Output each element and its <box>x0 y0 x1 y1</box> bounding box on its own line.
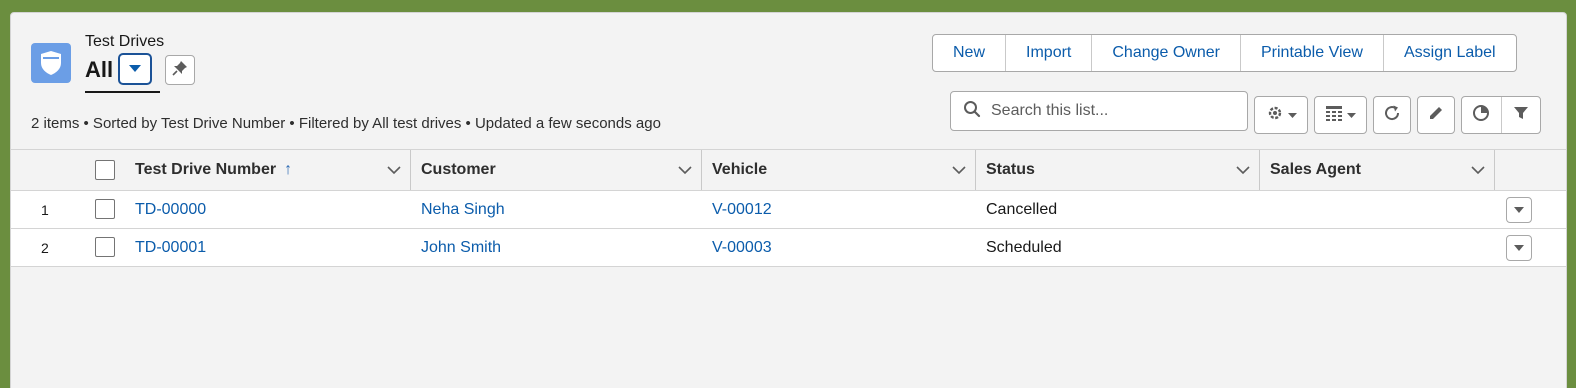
list-actions-button-group: New Import Change Owner Printable View A… <box>932 34 1517 72</box>
customer-link[interactable]: John Smith <box>421 229 501 266</box>
filter-icon <box>1513 105 1529 126</box>
list-view-name[interactable]: All <box>85 57 113 83</box>
test-drive-number-link[interactable]: TD-00000 <box>135 191 206 228</box>
chart-filter-button-group <box>1461 96 1541 134</box>
chevron-down-icon <box>1347 106 1356 124</box>
change-owner-button[interactable]: Change Owner <box>1092 35 1241 71</box>
list-view-panel: Test Drives All New Import Change Owner … <box>10 12 1567 388</box>
list-view-controls-button[interactable] <box>1254 96 1308 134</box>
list-view-summary: 2 items • Sorted by Test Drive Number • … <box>31 115 661 132</box>
test-drive-number-link[interactable]: TD-00001 <box>135 229 206 266</box>
chevron-down-icon[interactable] <box>1236 162 1250 180</box>
column-header-sales-agent[interactable]: Sales Agent <box>1260 150 1495 190</box>
status-cell: Cancelled <box>986 200 1058 218</box>
row-actions-button[interactable] <box>1506 197 1532 223</box>
table-row: 1 TD-00000 Neha Singh V-00012 Cancelled <box>11 191 1566 229</box>
row-number: 1 <box>41 201 49 218</box>
test-drive-badge-icon <box>31 43 71 83</box>
column-header-vehicle[interactable]: Vehicle <box>702 150 976 190</box>
chevron-down-icon <box>1514 239 1524 257</box>
table-row: 2 TD-00001 John Smith V-00003 Scheduled <box>11 229 1566 267</box>
display-as-button[interactable] <box>1314 96 1367 134</box>
chevron-down-icon <box>1287 106 1297 124</box>
customer-link[interactable]: Neha Singh <box>421 191 505 228</box>
column-header-customer[interactable]: Customer <box>411 150 702 190</box>
chevron-down-icon[interactable] <box>952 162 966 180</box>
chevron-down-icon[interactable] <box>678 162 692 180</box>
search-input[interactable] <box>991 102 1231 120</box>
refresh-icon <box>1383 104 1401 127</box>
show-charts-button[interactable] <box>1462 97 1502 133</box>
import-button[interactable]: Import <box>1006 35 1093 71</box>
printable-view-button[interactable]: Printable View <box>1241 35 1384 71</box>
row-actions-button[interactable] <box>1506 235 1532 261</box>
status-cell: Scheduled <box>986 238 1062 256</box>
row-checkbox[interactable] <box>95 237 115 257</box>
row-checkbox[interactable] <box>95 199 115 219</box>
inline-edit-button[interactable] <box>1417 96 1455 134</box>
column-header-status[interactable]: Status <box>976 150 1260 190</box>
sort-ascending-icon: ↑ <box>284 161 293 178</box>
table-icon <box>1325 105 1343 126</box>
list-view-switcher-button[interactable] <box>118 53 152 85</box>
column-header-test-drive-number[interactable]: Test Drive Number ↑ <box>125 150 411 190</box>
pencil-icon <box>1428 105 1444 126</box>
chevron-down-icon[interactable] <box>387 162 401 180</box>
vehicle-link[interactable]: V-00003 <box>712 229 772 266</box>
chevron-down-icon[interactable] <box>1471 162 1485 180</box>
caret-down-icon <box>129 60 141 78</box>
column-divider <box>1494 150 1495 190</box>
vehicle-link[interactable]: V-00012 <box>712 191 772 228</box>
show-filters-button[interactable] <box>1502 97 1541 133</box>
pin-icon <box>172 60 188 81</box>
pie-chart-icon <box>1472 104 1490 127</box>
refresh-button[interactable] <box>1373 96 1411 134</box>
assign-label-button[interactable]: Assign Label <box>1384 35 1516 71</box>
list-view-underline <box>85 91 160 93</box>
chevron-down-icon <box>1514 201 1524 219</box>
column-header-label: Vehicle <box>712 161 768 178</box>
gear-icon <box>1266 104 1284 127</box>
search-icon <box>963 100 981 123</box>
column-header-label: Status <box>986 161 1035 178</box>
column-header-label: Sales Agent <box>1270 161 1361 178</box>
search-box <box>950 91 1248 131</box>
select-all-checkbox[interactable] <box>95 160 115 180</box>
column-header-label: Test Drive Number <box>135 161 277 178</box>
column-header-label: Customer <box>421 161 496 178</box>
table-header: Test Drive Number ↑ Customer Vehicle Sta… <box>11 149 1566 191</box>
object-title: Test Drives <box>85 33 165 50</box>
pin-list-view-button[interactable] <box>165 55 195 85</box>
row-number: 2 <box>41 239 49 256</box>
new-button[interactable]: New <box>933 35 1007 71</box>
